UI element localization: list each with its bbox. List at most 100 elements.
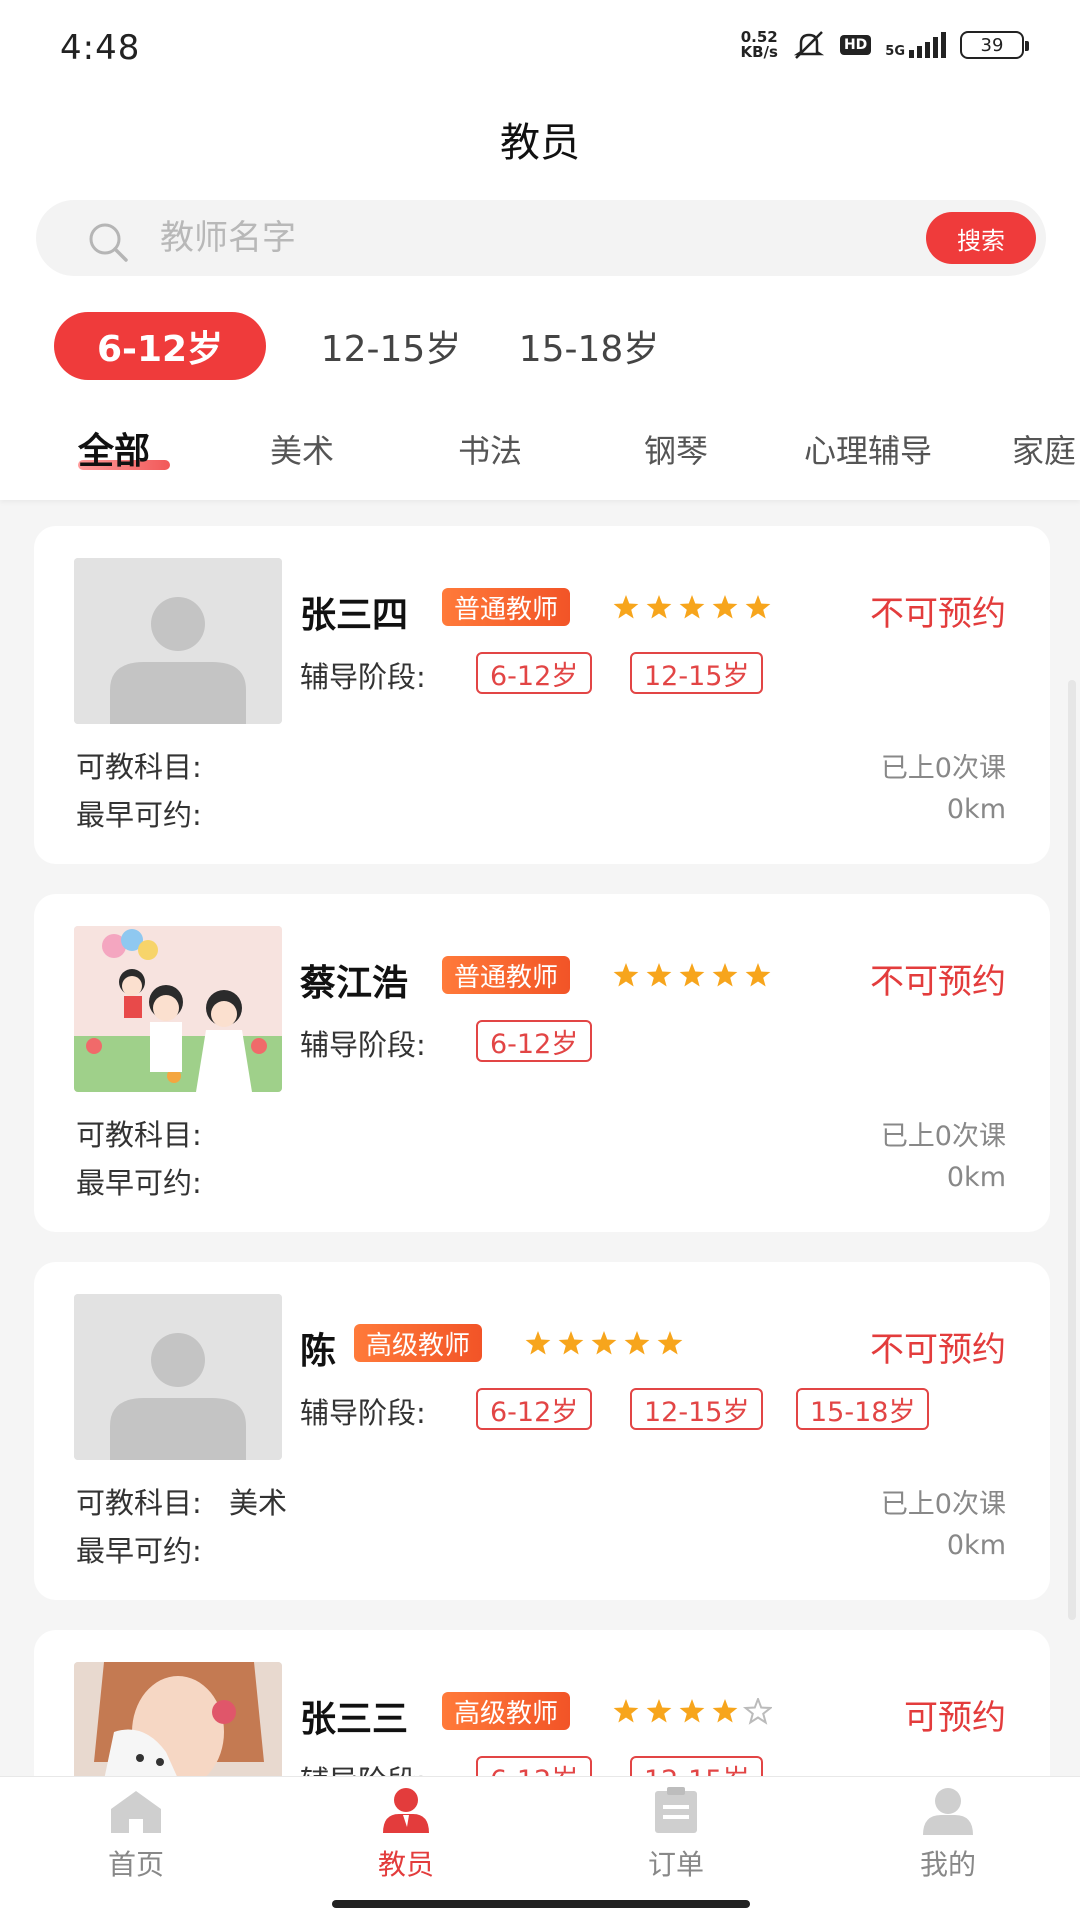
booking-status: 不可预约 — [870, 962, 1006, 1002]
star-filled-icon — [525, 1331, 551, 1355]
search-input[interactable] — [160, 210, 920, 266]
nav-profile[interactable]: 我的 — [878, 1787, 1018, 1897]
earliest-label: 最早可约: — [76, 1166, 202, 1200]
subjects-label: 可教科目: — [76, 750, 202, 784]
stage-tag: 6-12岁 — [476, 1388, 593, 1430]
booking-status: 可预约 — [904, 1698, 1006, 1738]
star-filled-icon — [745, 595, 771, 619]
teacher-card[interactable]: 陈 高级教师 不可预约 辅导阶段: 6-12岁 12-15岁 15-18岁 可教… — [34, 1262, 1050, 1600]
avatar — [74, 558, 282, 724]
search-box[interactable]: 搜索 — [36, 200, 1046, 276]
age-filter-12-15[interactable]: 12-15岁 — [306, 312, 476, 380]
page-title: 教员 — [500, 120, 580, 166]
stage-tag: 12-15岁 — [630, 1756, 764, 1776]
teacher-level-badge: 高级教师 — [354, 1324, 483, 1362]
distance: 0km — [946, 1162, 1006, 1193]
age-filter-row: 6-12岁 12-15岁 15-18岁 — [0, 302, 1080, 402]
star-filled-icon — [657, 1331, 683, 1355]
avatar — [74, 1294, 282, 1460]
signal-icon: 5G — [885, 32, 946, 58]
teacher-name: 蔡江浩 — [300, 963, 409, 1004]
status-icons: 0.52 KB/s HD 5G 39 — [740, 28, 1029, 61]
search-button[interactable]: 搜索 — [926, 212, 1036, 264]
age-filter-15-18[interactable]: 15-18岁 — [504, 312, 674, 380]
star-empty-icon — [742, 1698, 772, 1725]
stage-tag: 15-18岁 — [796, 1388, 930, 1430]
rating-stars — [613, 1698, 772, 1725]
rating-stars — [613, 963, 771, 987]
teacher-card[interactable]: 蔡江浩 普通教师 不可预约 辅导阶段: 6-12岁 可教科目: 已上0次课 最早… — [34, 894, 1050, 1232]
star-filled-icon — [624, 1331, 650, 1355]
star-filled-icon — [646, 595, 672, 619]
avatar — [74, 1662, 282, 1776]
star-filled-icon — [679, 595, 705, 619]
mute-icon — [793, 31, 825, 59]
star-filled-icon — [712, 963, 738, 987]
tab-all[interactable]: 全部 — [78, 422, 150, 474]
star-filled-icon — [712, 1699, 738, 1723]
stage-label: 辅导阶段: — [300, 1028, 426, 1062]
stage-tag: 6-12岁 — [476, 1020, 593, 1062]
rating-stars — [613, 595, 771, 619]
scrollbar[interactable] — [1068, 680, 1076, 1620]
teacher-icon — [383, 1788, 429, 1833]
teacher-level-badge: 普通教师 — [442, 588, 571, 626]
star-filled-icon — [613, 595, 639, 619]
lesson-count: 已上0次课 — [880, 1121, 1006, 1152]
distance: 0km — [946, 794, 1006, 825]
tab-counseling[interactable]: 心理辅导 — [804, 426, 932, 472]
lesson-count: 已上0次课 — [880, 753, 1006, 784]
nav-teacher[interactable]: 教员 — [336, 1787, 476, 1897]
avatar — [74, 926, 282, 1092]
subjects-value: 美术 — [229, 1486, 288, 1520]
category-tabs: 全部 美术 书法 钢琴 心理辅导 家庭 — [0, 402, 1080, 500]
tab-art[interactable]: 美术 — [270, 426, 334, 472]
home-icon — [111, 1791, 161, 1833]
home-indicator[interactable] — [332, 1900, 750, 1908]
stage-tag: 6-12岁 — [476, 1756, 593, 1776]
star-filled-icon — [613, 1699, 639, 1723]
net-speed: 0.52 KB/s — [740, 28, 778, 61]
subjects-label: 可教科目: 美术 — [76, 1486, 288, 1520]
star-filled-icon — [613, 963, 639, 987]
teacher-level-badge: 普通教师 — [442, 956, 571, 994]
tab-calligraphy[interactable]: 书法 — [458, 426, 522, 472]
teacher-list[interactable]: 张三四 普通教师 不可预约 辅导阶段: 6-12岁 12-15岁 可教科目: 已… — [0, 500, 1080, 1776]
star-filled-icon — [646, 963, 672, 987]
stage-tag: 12-15岁 — [630, 652, 764, 694]
teacher-name: 陈 — [300, 1331, 337, 1372]
stage-label: 辅导阶段: — [300, 1758, 426, 1776]
status-time: 4:48 — [60, 28, 141, 68]
bottom-nav: 首页 教员 订单 我的 — [0, 1776, 1080, 1920]
tab-piano[interactable]: 钢琴 — [644, 426, 708, 472]
hd-icon: HD — [839, 35, 872, 55]
tab-family[interactable]: 家庭 — [1012, 426, 1076, 472]
stage-tag: 12-15岁 — [630, 1388, 764, 1430]
rating-stars — [525, 1331, 683, 1355]
nav-order[interactable]: 订单 — [606, 1787, 746, 1897]
age-filter-6-12[interactable]: 6-12岁 — [54, 312, 266, 380]
stage-label: 辅导阶段: — [300, 1396, 426, 1430]
earliest-label: 最早可约: — [76, 798, 202, 832]
subjects-label: 可教科目: — [76, 1118, 202, 1152]
search-area: 搜索 — [0, 192, 1080, 302]
teacher-card[interactable]: 张三四 普通教师 不可预约 辅导阶段: 6-12岁 12-15岁 可教科目: 已… — [34, 526, 1050, 864]
star-filled-icon — [679, 963, 705, 987]
star-filled-icon — [712, 595, 738, 619]
search-icon — [89, 223, 128, 262]
stage-tag: 6-12岁 — [476, 652, 593, 694]
status-bar: 4:48 0.52 KB/s HD 5G 39 — [0, 0, 1080, 96]
distance: 0km — [946, 1530, 1006, 1561]
battery-icon: 39 — [960, 31, 1029, 59]
stage-label: 辅导阶段: — [300, 660, 426, 694]
earliest-label: 最早可约: — [76, 1534, 202, 1568]
teacher-name: 张三三 — [300, 1699, 409, 1740]
star-filled-icon — [646, 1699, 672, 1723]
booking-status: 不可预约 — [870, 594, 1006, 634]
lesson-count: 已上0次课 — [880, 1489, 1006, 1520]
teacher-card[interactable]: 张三三 高级教师 可预约 辅导阶段: 6-12岁 12-15岁 — [34, 1630, 1050, 1776]
order-icon — [655, 1787, 697, 1833]
nav-home[interactable]: 首页 — [66, 1787, 206, 1897]
booking-status: 不可预约 — [870, 1330, 1006, 1370]
star-filled-icon — [679, 1699, 705, 1723]
